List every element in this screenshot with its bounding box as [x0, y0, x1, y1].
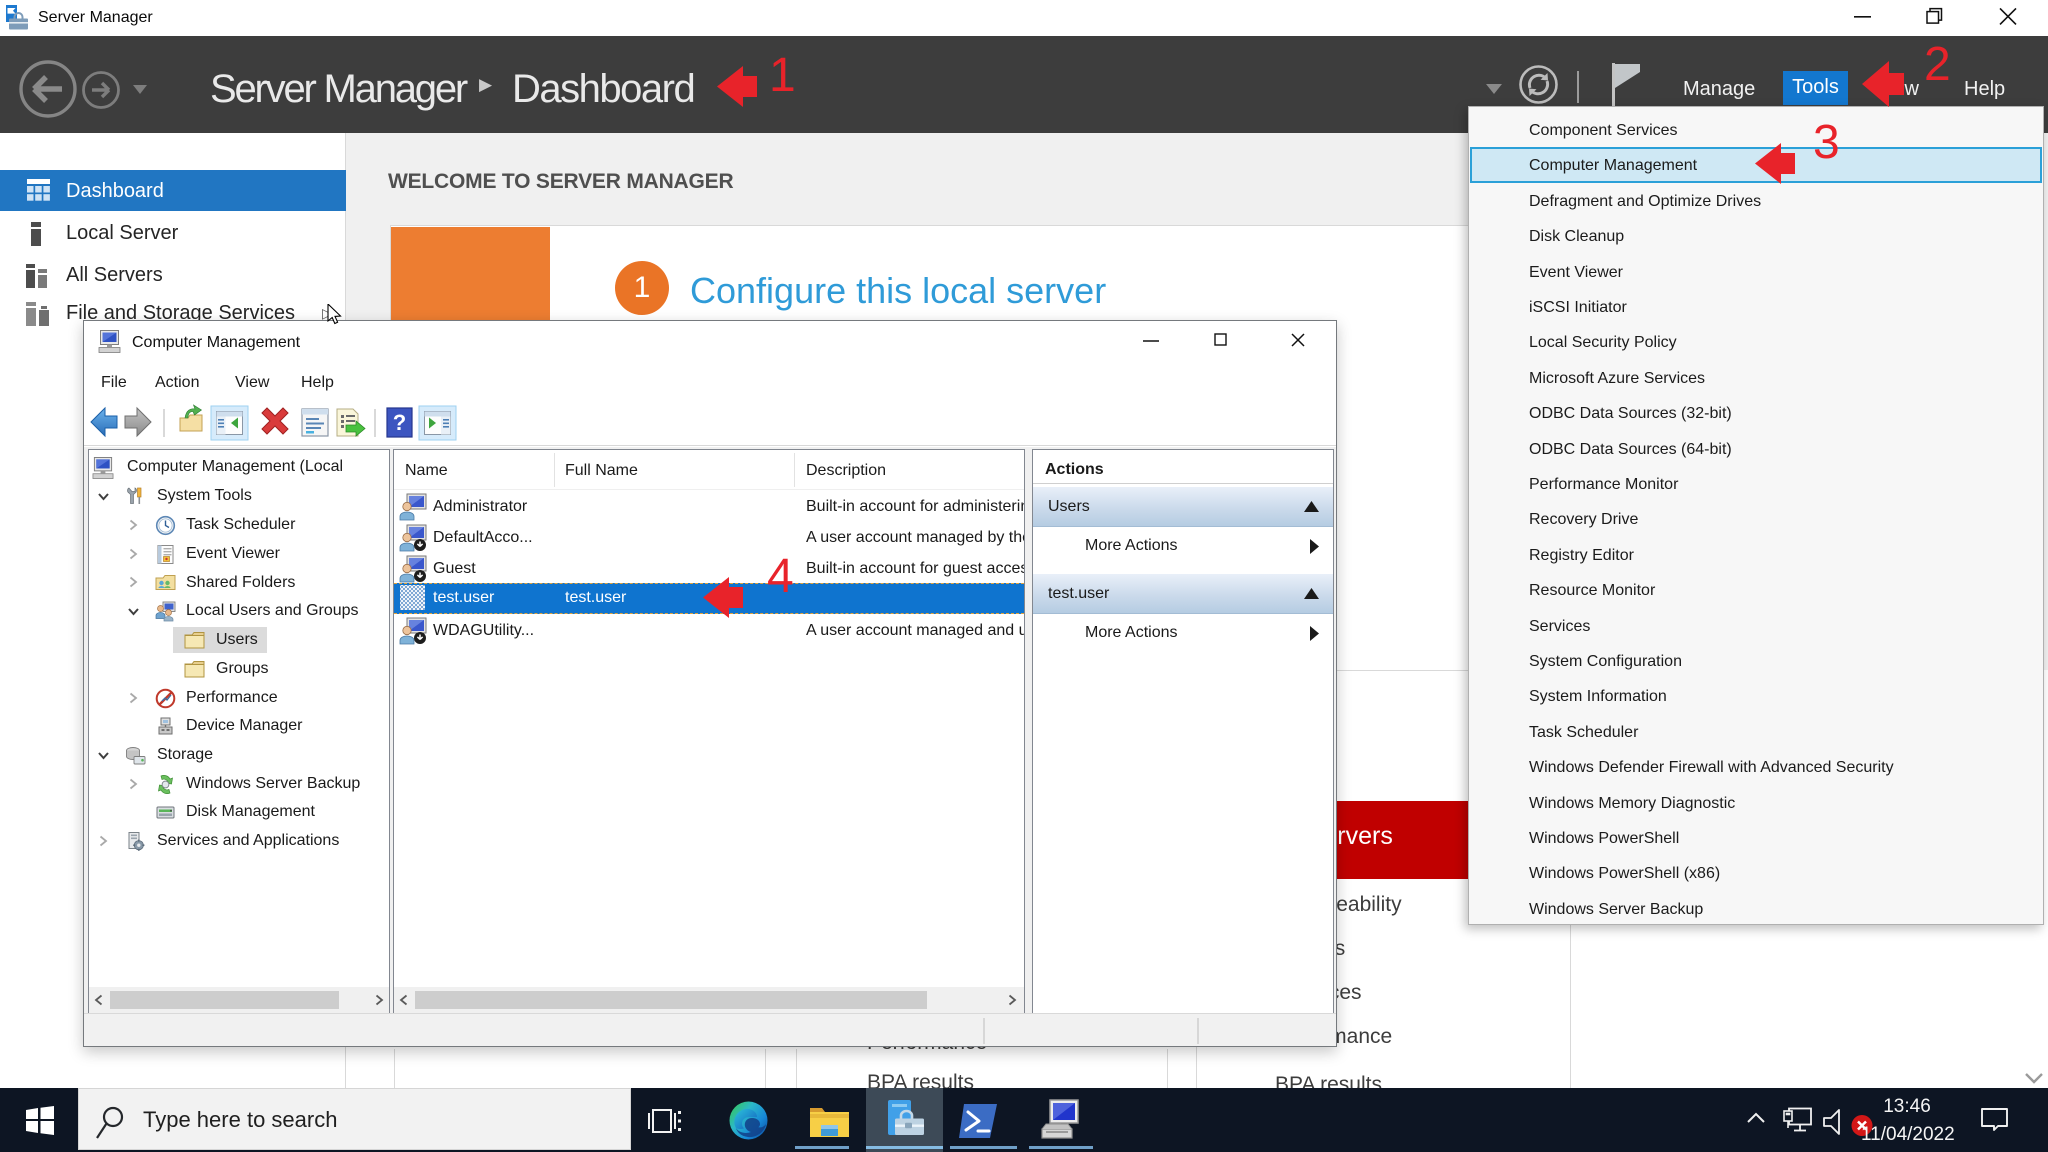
svg-text:?: ?: [393, 410, 406, 435]
